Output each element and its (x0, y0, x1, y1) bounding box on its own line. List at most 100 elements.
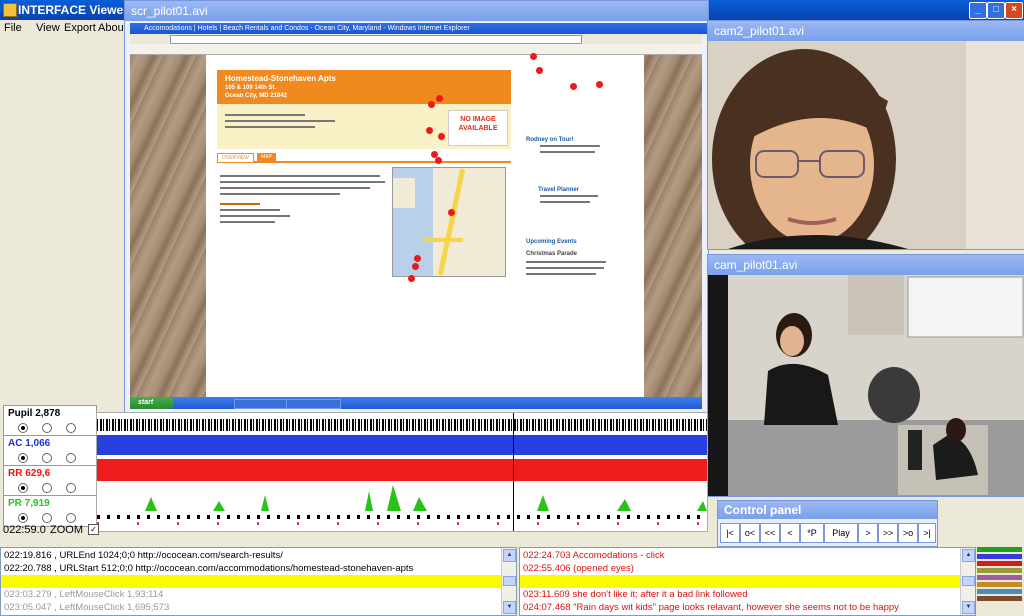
pr-track (97, 485, 707, 511)
annotation-log-scrollbar[interactable]: ▲ ▼ (960, 548, 975, 615)
sidebar-title-events: Upcoming Events (526, 239, 577, 245)
cam-video-window[interactable]: cam_pilot01.avi (707, 254, 1024, 497)
fast-forward-button[interactable]: >> (878, 523, 898, 543)
signal-rr-label: RR 629,6 (8, 468, 51, 479)
signal-rr[interactable]: RR 629,6 (3, 465, 97, 497)
scroll-up-icon[interactable]: ▲ (962, 549, 975, 562)
signal-timeline[interactable] (96, 412, 708, 532)
menu-export[interactable]: Export (64, 22, 96, 34)
signal-radio[interactable] (42, 483, 52, 493)
menu-about[interactable]: About (98, 22, 127, 34)
signal-radio[interactable] (66, 483, 76, 493)
go-end-button[interactable]: >| (918, 523, 936, 543)
signal-radio[interactable] (42, 423, 52, 433)
signal-radio[interactable] (18, 453, 28, 463)
event-log-scrollbar[interactable]: ▲ ▼ (501, 548, 516, 615)
taskbar-task[interactable] (286, 399, 341, 409)
signal-radio[interactable] (42, 453, 52, 463)
gaze-point (570, 83, 577, 90)
step-forward-button[interactable]: > (858, 523, 878, 543)
sidebar-title-tour[interactable]: Rodney on Tour! (526, 137, 574, 143)
screen-video-window[interactable]: scr_pilot01.avi Accomodations | Hotels |… (124, 0, 716, 414)
scroll-thumb[interactable] (962, 576, 975, 586)
listing-address1: 105 & 109 14th St. (225, 85, 277, 91)
legend-swatch (977, 582, 1022, 587)
no-image-placeholder: NO IMAGE AVAILABLE (448, 110, 508, 146)
screen-video-title: scr_pilot01.avi (125, 1, 708, 21)
log-row[interactable]: 022:20.788 , URLStart 512;0;0 http://oco… (4, 562, 413, 575)
log-row[interactable]: 024:07.468 "Rain days wit kids" page loo… (523, 601, 899, 614)
zoom-label: ZOOM (50, 524, 83, 536)
log-row[interactable]: 022:24.703 Accomodations - click (523, 549, 665, 562)
signal-pupil-label: Pupil 2,878 (8, 408, 61, 419)
menu-view[interactable]: View (36, 22, 60, 34)
rr-track (97, 459, 707, 481)
zoom-checkbox[interactable]: ✓ (88, 524, 99, 535)
rewind-button[interactable]: << (760, 523, 780, 543)
cam-frame (708, 275, 1024, 496)
signal-radio[interactable] (66, 513, 76, 523)
prev-mark-button[interactable]: o< (740, 523, 760, 543)
taskbar-task[interactable] (234, 399, 287, 409)
app-icon (3, 3, 17, 17)
menu-bar: File View Export About (0, 20, 127, 38)
signal-radio[interactable] (18, 513, 28, 523)
signal-radio[interactable] (18, 423, 28, 433)
control-panel-title: Control panel (718, 501, 937, 519)
signal-radio[interactable] (42, 513, 52, 523)
signal-radio[interactable] (66, 453, 76, 463)
log-row[interactable]: 023:11.609 she don't like it; after it a… (523, 588, 748, 601)
signal-pr[interactable]: PR 7,919 (3, 495, 97, 527)
cam2-video-window[interactable]: cam2_pilot01.avi (707, 20, 1024, 250)
close-button[interactable]: × (1005, 2, 1023, 19)
scroll-down-icon[interactable]: ▼ (503, 601, 516, 614)
gaze-point (448, 209, 455, 216)
start-button[interactable]: start (130, 397, 174, 409)
log-highlight (520, 575, 975, 588)
playhead-marker[interactable] (513, 413, 514, 531)
scroll-thumb[interactable] (503, 576, 516, 586)
location-map[interactable] (392, 167, 506, 277)
gaze-point (436, 95, 443, 102)
color-legend (977, 547, 1022, 603)
cam2-video-view[interactable] (708, 41, 1024, 249)
log-row[interactable]: 022:19.816 , URLEnd 1024;0;0 http://ococ… (4, 549, 283, 562)
sidebar-title-parade[interactable]: Christmas Parade (526, 251, 577, 257)
pupil-track (97, 419, 707, 431)
log-row[interactable]: 023:03.279 , LeftMouseClick 1,93;114 (4, 588, 163, 601)
log-row[interactable]: 022:55.406 (opened eyes) (523, 562, 634, 575)
cam2-video-title: cam2_pilot01.avi (708, 21, 1024, 41)
gaze-point (412, 263, 419, 270)
mark-button[interactable]: *P (800, 523, 824, 543)
gaze-point (414, 255, 421, 262)
step-back-button[interactable]: < (780, 523, 800, 543)
cam-video-view[interactable] (708, 275, 1024, 496)
event-log[interactable]: 022:19.816 , URLEnd 1024;0;0 http://ococ… (0, 547, 517, 616)
signal-pupil[interactable]: Pupil 2,878 (3, 405, 97, 437)
go-start-button[interactable]: |< (720, 523, 740, 543)
tab-map[interactable]: MAP (257, 153, 276, 161)
menu-file[interactable]: File (4, 22, 22, 34)
annotation-log[interactable]: 022:24.703 Accomodations - click 022:55.… (519, 547, 976, 616)
gaze-point (530, 53, 537, 60)
gaze-point (428, 101, 435, 108)
control-panel: Control panel |< o< << < *P Play > >> >o… (717, 500, 938, 547)
log-row[interactable]: 023:05.047 , LeftMouseClick 1,695;573 (4, 601, 169, 614)
play-button[interactable]: Play (824, 523, 858, 543)
legend-swatch (977, 575, 1022, 580)
minimize-button[interactable]: _ (969, 2, 987, 19)
signal-radio[interactable] (18, 483, 28, 493)
maximize-button[interactable]: □ (987, 2, 1005, 19)
signal-radio[interactable] (66, 423, 76, 433)
scroll-down-icon[interactable]: ▼ (962, 601, 975, 614)
scroll-up-icon[interactable]: ▲ (503, 549, 516, 562)
annotation-track (97, 522, 707, 525)
next-mark-button[interactable]: >o (898, 523, 918, 543)
sidebar-title-planner[interactable]: Travel Planner (538, 187, 579, 193)
screen-video-view[interactable]: Accomodations | Hotels | Beach Rentals a… (130, 23, 716, 409)
signal-ac-label: AC 1,066 (8, 438, 51, 449)
ac-track (97, 435, 707, 455)
signal-ac[interactable]: AC 1,066 (3, 435, 97, 467)
tab-overview[interactable]: OVERVIEW (217, 153, 254, 163)
gaze-point (438, 133, 445, 140)
